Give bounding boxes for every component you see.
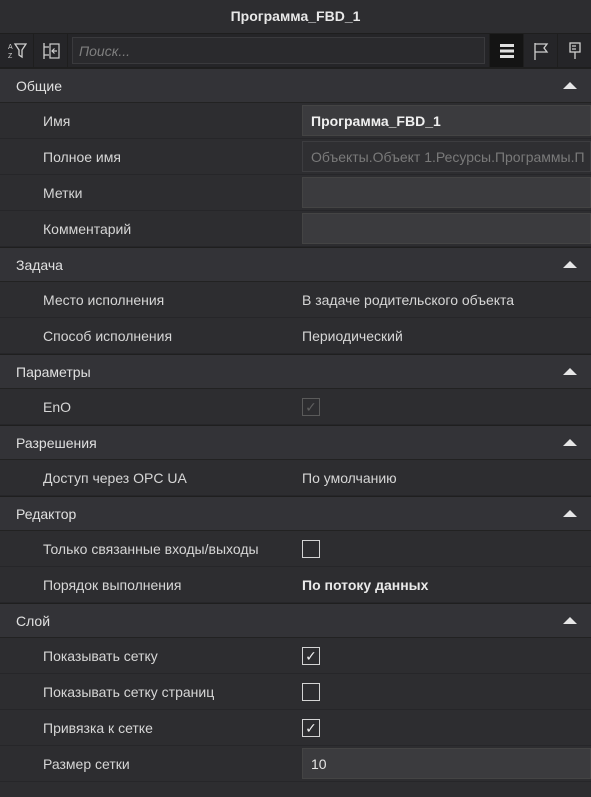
section-general: Общие Имя Программа_FBD_1 Полное имя Объ…	[0, 68, 591, 247]
property-label: Размер сетки	[43, 755, 130, 772]
property-row-opc: Доступ через OPC UA По умолчанию	[0, 460, 591, 496]
section-title: Редактор	[16, 505, 77, 522]
svg-text:Z: Z	[8, 53, 13, 60]
flag-icon[interactable]	[523, 34, 557, 67]
snap-to-grid-checkbox[interactable]: ✓	[302, 718, 320, 737]
window-title-bar: Программа_FBD_1	[0, 0, 591, 33]
property-row-eno: EnO ✓	[0, 389, 591, 425]
property-label: Только связанные входы/выходы	[43, 540, 259, 557]
section-header-layer[interactable]: Слой	[0, 604, 591, 638]
exec-order-value[interactable]: По потоку данных	[302, 577, 428, 593]
section-task: Задача Место исполнения В задаче родител…	[0, 247, 591, 354]
collapse-caret-icon[interactable]	[563, 617, 577, 624]
property-label: Имя	[43, 112, 71, 129]
section-params: Параметры EnO ✓	[0, 354, 591, 425]
comment-field[interactable]	[302, 213, 591, 244]
linked-io-checkbox[interactable]	[302, 539, 320, 558]
collapse-caret-icon[interactable]	[563, 261, 577, 268]
sort-az-filter-icon[interactable]: AZ	[0, 34, 34, 67]
exec-place-value[interactable]: В задаче родительского объекта	[302, 292, 514, 308]
collapse-tree-icon[interactable]	[34, 34, 68, 67]
property-label: EnO	[43, 398, 72, 415]
property-label: Метки	[43, 184, 83, 201]
property-row-name: Имя Программа_FBD_1	[0, 103, 591, 139]
section-title: Задача	[16, 256, 63, 273]
show-page-grid-checkbox[interactable]	[302, 682, 320, 701]
section-header-permissions[interactable]: Разрешения	[0, 426, 591, 460]
name-field[interactable]: Программа_FBD_1	[302, 105, 591, 136]
collapse-caret-icon[interactable]	[563, 368, 577, 375]
show-grid-checkbox[interactable]: ✓	[302, 646, 320, 665]
property-label: Место исполнения	[43, 291, 165, 308]
property-row-exec-mode: Способ исполнения Периодический	[0, 318, 591, 354]
property-row-fullname: Полное имя Объекты.Объект 1.Ресурсы.Прог…	[0, 139, 591, 175]
exec-mode-value[interactable]: Периодический	[302, 328, 403, 344]
toolbar: AZ	[0, 33, 591, 68]
section-header-editor[interactable]: Редактор	[0, 497, 591, 531]
property-label: Привязка к сетке	[43, 719, 153, 736]
fullname-field: Объекты.Объект 1.Ресурсы.Программы.П	[302, 141, 591, 172]
property-row-linked-io: Только связанные входы/выходы	[0, 531, 591, 567]
property-label: Порядок выполнения	[43, 576, 182, 593]
list-view-icon[interactable]	[489, 34, 523, 67]
property-row-exec-place: Место исполнения В задаче родительского …	[0, 282, 591, 318]
opc-access-value[interactable]: По умолчанию	[302, 470, 397, 486]
property-label: Способ исполнения	[43, 327, 173, 344]
property-row-show-page-grid: Показывать сетку страниц	[0, 674, 591, 710]
property-label: Показывать сетку	[43, 647, 158, 664]
property-label: Доступ через OPC UA	[43, 469, 187, 486]
property-row-grid-size: Размер сетки 10	[0, 746, 591, 782]
section-header-general[interactable]: Общие	[0, 69, 591, 103]
collapse-caret-icon[interactable]	[563, 82, 577, 89]
section-title: Слой	[16, 612, 51, 629]
property-row-comment: Комментарий	[0, 211, 591, 247]
section-editor: Редактор Только связанные входы/выходы П…	[0, 496, 591, 603]
property-row-show-grid: Показывать сетку ✓	[0, 638, 591, 674]
section-title: Общие	[16, 77, 63, 94]
svg-text:A: A	[8, 44, 13, 51]
property-label: Показывать сетку страниц	[43, 683, 215, 700]
property-row-tags: Метки	[0, 175, 591, 211]
property-row-snap: Привязка к сетке ✓	[0, 710, 591, 746]
section-layer: Слой Показывать сетку ✓ Показывать сетку…	[0, 603, 591, 782]
property-label: Полное имя	[43, 148, 121, 165]
section-permissions: Разрешения Доступ через OPC UA По умолча…	[0, 425, 591, 496]
eno-checkbox: ✓	[302, 397, 320, 416]
window-title: Программа_FBD_1	[230, 8, 361, 24]
section-title: Параметры	[16, 363, 91, 380]
collapse-caret-icon[interactable]	[563, 439, 577, 446]
grid-size-field[interactable]: 10	[302, 748, 591, 779]
pin-icon[interactable]	[557, 34, 591, 67]
section-header-params[interactable]: Параметры	[0, 355, 591, 389]
property-label: Комментарий	[43, 220, 132, 237]
property-row-exec-order: Порядок выполнения По потоку данных	[0, 567, 591, 603]
section-title: Разрешения	[16, 434, 97, 451]
collapse-caret-icon[interactable]	[563, 510, 577, 517]
section-header-task[interactable]: Задача	[0, 248, 591, 282]
search-input[interactable]	[72, 37, 485, 64]
tags-field[interactable]	[302, 177, 591, 208]
